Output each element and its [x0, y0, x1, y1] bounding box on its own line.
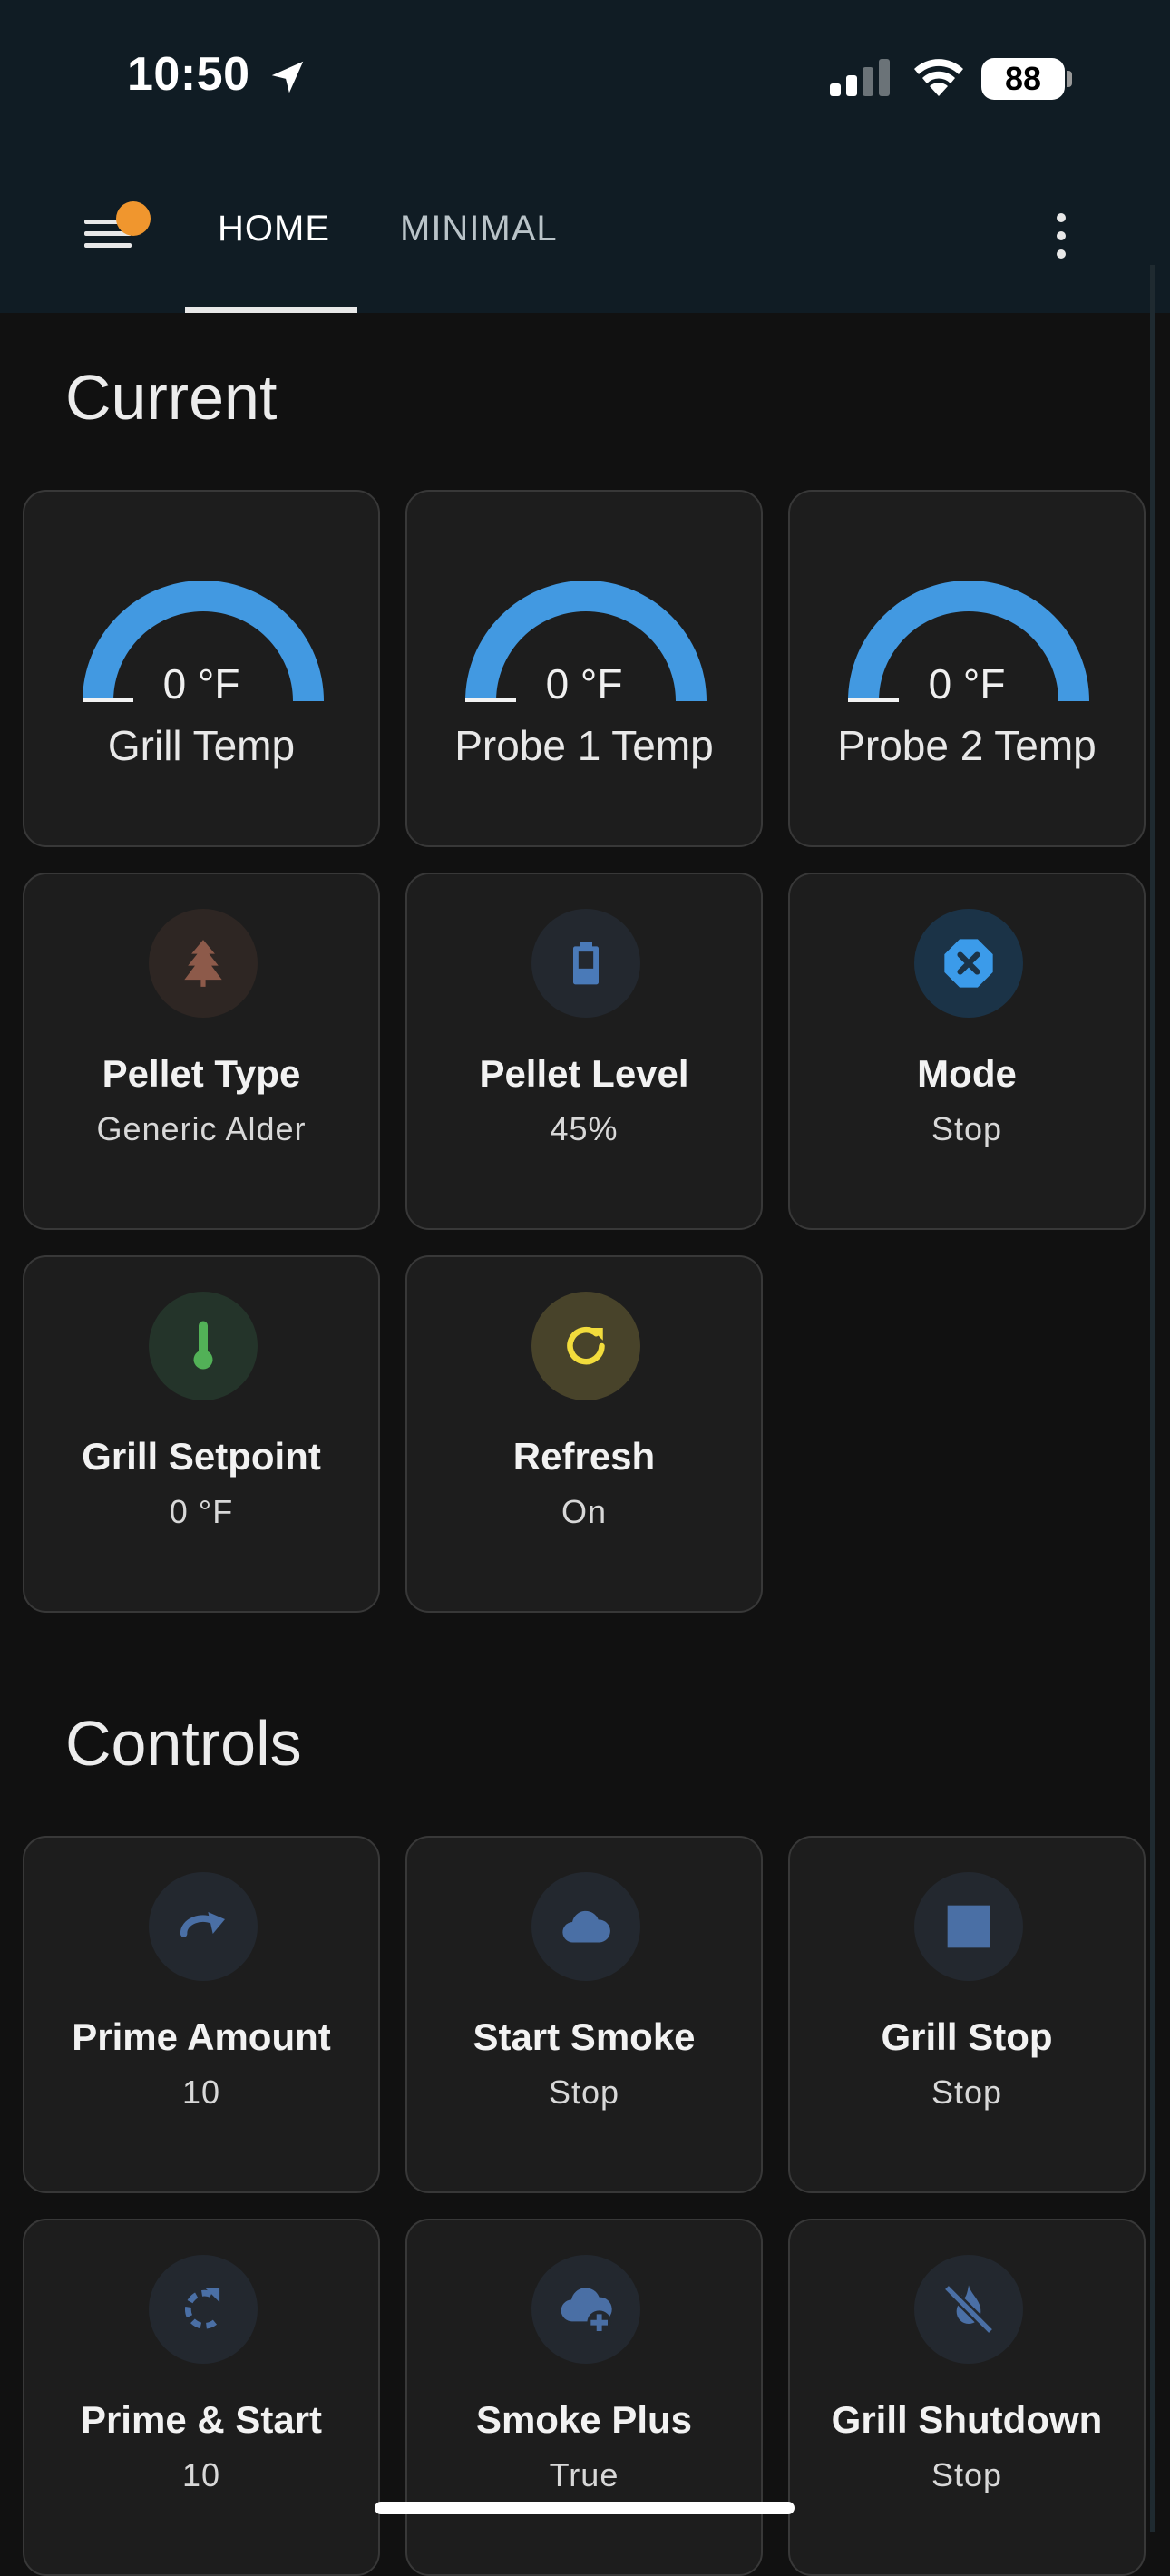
tab-home[interactable]: HOME — [218, 209, 330, 249]
cloud-plus-icon — [531, 2255, 640, 2364]
gauge-value: 0 °F — [545, 660, 623, 707]
tile-mode[interactable]: Mode Stop — [788, 873, 1146, 1230]
tile-name: Prime & Start — [80, 2398, 323, 2441]
tile-refresh[interactable]: Refresh On — [405, 1255, 763, 1613]
tile-pellet-type[interactable]: Pellet Type Generic Alder — [23, 873, 380, 1230]
tile-name: Grill Stop — [881, 2015, 1053, 2058]
tile-name: Grill Shutdown — [831, 2398, 1103, 2441]
refresh-icon — [531, 1292, 640, 1400]
gauge-label: Probe 2 Temp — [837, 722, 1097, 769]
more-options-icon[interactable] — [1041, 209, 1081, 263]
gauge-value: 0 °F — [928, 660, 1006, 707]
tab-minimal[interactable]: MINIMAL — [400, 209, 558, 249]
rotate-icon — [149, 2255, 258, 2364]
tile-state: Generic Alder — [96, 1110, 307, 1147]
location-arrow-icon — [271, 61, 304, 93]
tile-grill-stop[interactable]: Grill Stop Stop — [788, 1836, 1146, 2193]
tile-pellet-level[interactable]: Pellet Level 45% — [405, 873, 763, 1230]
scrollbar[interactable] — [1150, 265, 1155, 2532]
tile-state: Stop — [931, 2456, 1003, 2493]
tile-state: 10 — [181, 2456, 221, 2493]
status-time: 10:50 — [127, 48, 250, 101]
gauge-value: 0 °F — [162, 660, 240, 707]
section-title-current: Current — [65, 362, 278, 433]
tile-state: Stop — [931, 2073, 1003, 2111]
tile-name: Smoke Plus — [475, 2398, 693, 2441]
tile-grill-shutdown[interactable]: Grill Shutdown Stop — [788, 2219, 1146, 2576]
gauge-card-grill-temp[interactable]: 0 °F Grill Temp — [23, 490, 380, 847]
home-indicator[interactable] — [375, 2502, 795, 2514]
tile-name: Refresh — [512, 1435, 656, 1478]
notification-dot — [116, 201, 151, 236]
tile-prime-amount[interactable]: Prime Amount 10 — [23, 1836, 380, 2193]
tile-state: 10 — [181, 2073, 221, 2111]
gauge-label: Grill Temp — [107, 722, 296, 769]
gauge-card-probe-1-temp[interactable]: 0 °F Probe 1 Temp — [405, 490, 763, 847]
section-title-controls: Controls — [65, 1708, 302, 1779]
tile-state: True — [549, 2456, 619, 2493]
tile-state: On — [561, 1493, 608, 1530]
tile-state: 0 °F — [169, 1493, 234, 1530]
wifi-icon — [914, 59, 963, 96]
tile-name: Pellet Type — [102, 1052, 301, 1095]
tile-smoke-plus[interactable]: Smoke Plus True — [405, 2219, 763, 2576]
close-octagon-icon — [914, 909, 1023, 1018]
tile-name: Grill Setpoint — [82, 1435, 321, 1478]
tile-prime-and-start[interactable]: Prime & Start 10 — [23, 2219, 380, 2576]
battery-nub — [1067, 71, 1072, 87]
thermometer-icon — [149, 1292, 258, 1400]
fire-off-icon — [914, 2255, 1023, 2364]
battery-indicator: 88 — [981, 58, 1065, 100]
active-tab-indicator — [185, 307, 357, 313]
tile-state: Stop — [548, 2073, 620, 2111]
redo-icon — [149, 1872, 258, 1981]
cellular-signal-icon — [830, 59, 890, 96]
tile-name: Pellet Level — [479, 1052, 689, 1095]
cloud-icon — [531, 1872, 640, 1981]
tile-name: Mode — [917, 1052, 1017, 1095]
gauge-card-probe-2-temp[interactable]: 0 °F Probe 2 Temp — [788, 490, 1146, 847]
tile-state: 45% — [550, 1110, 619, 1147]
app-header: 10:50 88 HOME MINIMAL — [0, 0, 1170, 313]
battery-icon — [531, 909, 640, 1018]
stop-icon — [914, 1872, 1023, 1981]
gauge-label: Probe 1 Temp — [454, 722, 714, 769]
tile-grill-setpoint[interactable]: Grill Setpoint 0 °F — [23, 1255, 380, 1613]
pine-tree-icon — [149, 909, 258, 1018]
tile-name: Prime Amount — [72, 2015, 331, 2058]
tile-start-smoke[interactable]: Start Smoke Stop — [405, 1836, 763, 2193]
tile-name: Start Smoke — [473, 2015, 696, 2058]
tile-state: Stop — [931, 1110, 1003, 1147]
